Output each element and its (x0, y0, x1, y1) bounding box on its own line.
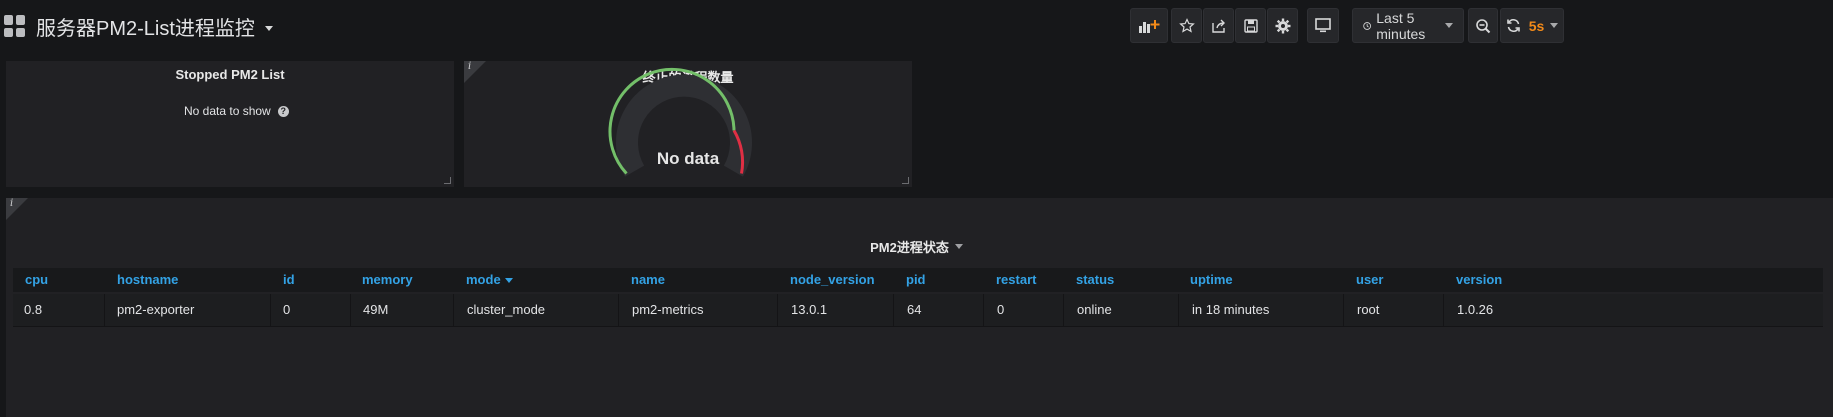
table-header: cpu hostname id memory mode name node_ve… (13, 268, 1823, 292)
info-icon: i (10, 198, 14, 209)
cell-cpu: 0.8 (13, 294, 105, 326)
column-header-mode[interactable]: mode (466, 268, 513, 292)
column-header-status[interactable]: status (1076, 268, 1114, 292)
share-button[interactable] (1203, 8, 1234, 43)
column-header-version[interactable]: version (1456, 268, 1502, 292)
cell-user: root (1344, 294, 1444, 326)
cell-version: 1.0.26 (1457, 302, 1494, 317)
cell-name: pm2-metrics (619, 294, 778, 326)
star-icon (1178, 17, 1195, 33)
column-header-cpu[interactable]: cpu (25, 268, 48, 292)
column-header-user[interactable]: user (1356, 268, 1383, 292)
column-header-name[interactable]: name (631, 268, 665, 292)
cell-hostname: pm2-exporter (105, 294, 271, 326)
no-data-message: No data to show ? (184, 104, 289, 118)
chevron-down-icon (954, 244, 963, 249)
tv-mode-button[interactable] (1307, 8, 1339, 43)
cell-mode: cluster_mode (454, 294, 619, 326)
column-header-uptime[interactable]: uptime (1190, 268, 1233, 292)
top-navbar: 服务器PM2-List进程监控 Last 5 minutes 5s (0, 0, 1833, 52)
panel-info-corner[interactable]: i (6, 198, 28, 220)
panel-title[interactable]: Stopped PM2 List (6, 67, 454, 82)
refresh-icon (1506, 18, 1520, 33)
zoom-out-button[interactable] (1468, 8, 1498, 43)
gauge-value: No data (656, 149, 720, 168)
dashboard-grid-icon (4, 15, 26, 37)
cell-restart: 0 (984, 294, 1064, 326)
table-row: 0.8 pm2-exporter 0 49M cluster_mode pm2-… (13, 294, 1823, 327)
time-range-picker[interactable]: Last 5 minutes (1352, 8, 1464, 43)
settings-button[interactable] (1267, 8, 1298, 43)
gear-icon (1275, 18, 1290, 33)
clock-icon (1363, 21, 1371, 30)
chevron-down-icon (1550, 23, 1559, 28)
sort-desc-icon (504, 278, 513, 284)
refresh-interval: 5s (1528, 17, 1545, 34)
table-title-text: PM2进程状态 (870, 240, 949, 255)
dashboard-picker[interactable]: 服务器PM2-List进程监控 (4, 10, 273, 42)
chevron-down-icon (1445, 23, 1453, 28)
add-panel-button[interactable] (1130, 8, 1168, 43)
no-data-text: No data to show (184, 104, 271, 118)
panel-title[interactable]: PM2进程状态 (0, 237, 1833, 256)
stopped-pm2-list-panel: Stopped PM2 List No data to show ? (6, 61, 454, 187)
cell-status: online (1064, 294, 1179, 326)
star-button[interactable] (1171, 8, 1202, 43)
column-header-pid[interactable]: pid (906, 268, 926, 292)
share-icon (1211, 19, 1225, 33)
resize-handle[interactable] (902, 177, 909, 184)
zoom-out-icon (1476, 18, 1491, 33)
time-range-label: Last 5 minutes (1376, 9, 1426, 42)
save-icon (1243, 18, 1258, 33)
monitor-icon (1315, 18, 1331, 33)
refresh-picker[interactable]: 5s (1500, 8, 1564, 43)
chevron-down-icon (264, 25, 273, 31)
add-panel-icon (1139, 19, 1160, 33)
help-icon[interactable]: ? (277, 105, 289, 117)
stopped-process-count-panel: i 终止的进程数量 No data (464, 61, 912, 187)
dashboard-title[interactable]: 服务器PM2-List进程监控 (36, 12, 255, 41)
column-header-hostname[interactable]: hostname (117, 268, 178, 292)
column-header-node-version[interactable]: node_version (790, 268, 875, 292)
column-header-id[interactable]: id (283, 268, 295, 292)
cell-node-version: 13.0.1 (778, 294, 894, 326)
column-header-memory[interactable]: memory (362, 268, 413, 292)
cell-uptime: in 18 minutes (1179, 294, 1344, 326)
column-header-restart[interactable]: restart (996, 268, 1036, 292)
resize-handle[interactable] (444, 177, 451, 184)
cell-pid: 64 (894, 294, 984, 326)
save-button[interactable] (1235, 8, 1266, 43)
cell-memory: 49M (351, 294, 454, 326)
cell-id: 0 (271, 294, 351, 326)
